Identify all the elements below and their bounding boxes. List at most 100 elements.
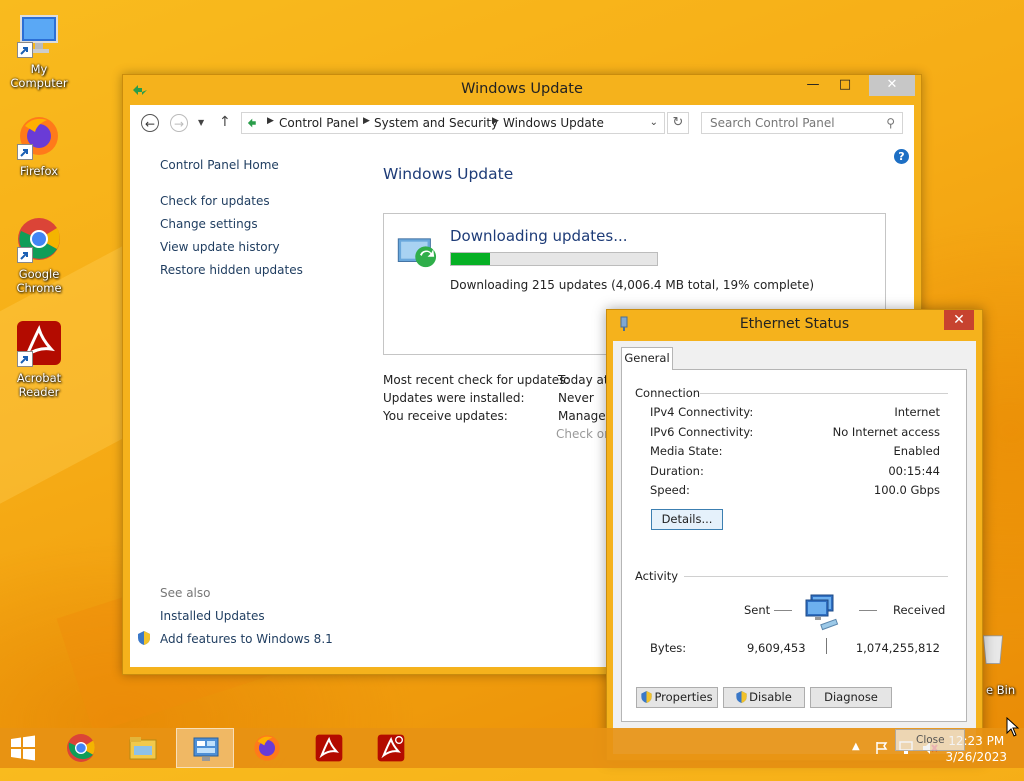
navigation-bar: ← → ▼ ↑ ▶ Control Panel ▶ System and Sec… <box>130 105 914 141</box>
recycle-bin-icon <box>982 635 1004 665</box>
breadcrumb-separator-icon: ▶ <box>267 116 274 126</box>
search-placeholder: Search Control Panel <box>710 116 835 130</box>
breadcrumb-windows-update[interactable]: Windows Update <box>503 116 604 130</box>
shortcut-arrow-icon <box>17 351 33 367</box>
help-icon[interactable]: ? <box>894 149 909 164</box>
network-computers-icon <box>805 594 839 631</box>
acrobat-icon <box>315 734 343 762</box>
add-features-link[interactable]: Add features to Windows 8.1 <box>160 632 333 646</box>
properties-label: Properties <box>654 690 713 704</box>
breadcrumb-separator-icon: ▶ <box>363 116 370 126</box>
chevron-down-icon[interactable]: ⌄ <box>650 117 658 128</box>
up-button[interactable]: ↑ <box>219 114 231 130</box>
restore-hidden-updates-link[interactable]: Restore hidden updates <box>160 263 303 277</box>
details-button[interactable]: Details... <box>651 509 723 530</box>
taskbar-file-explorer[interactable] <box>114 728 172 768</box>
download-progress-bar <box>450 252 658 266</box>
computer-icon <box>15 10 63 58</box>
taskbar-acrobat-2[interactable] <box>362 728 420 768</box>
dialog-content: General Connection IPv4 Connectivity: In… <box>613 341 976 754</box>
taskbar-control-panel[interactable] <box>176 728 234 768</box>
recent-pages-dropdown[interactable]: ▼ <box>198 118 204 127</box>
clock-date: 3/26/2023 <box>945 750 1007 764</box>
close-button[interactable]: ✕ <box>944 310 974 330</box>
windows-update-icon <box>397 238 437 268</box>
diagnose-button[interactable]: Diagnose <box>810 687 892 708</box>
desktop-icon-acrobat[interactable]: Acrobat Reader <box>2 319 76 399</box>
close-tooltip: Close <box>895 729 965 751</box>
title-bar[interactable]: Windows Update — □ ✕ <box>123 75 921 105</box>
back-button[interactable]: ← <box>141 114 159 132</box>
taskbar: ▲ 12:23 PM 3/26/2023 <box>0 728 1024 768</box>
windows-logo-icon <box>11 735 35 761</box>
forward-button[interactable]: → <box>170 114 188 132</box>
sent-label: Sent <box>744 603 771 617</box>
status-value-installed: Never <box>558 391 594 405</box>
search-icon[interactable]: ⚲ <box>886 116 895 130</box>
desktop-icon-my-computer[interactable]: My Computer <box>2 10 76 90</box>
download-info: Downloading 215 updates (4,006.4 MB tota… <box>450 278 815 292</box>
view-update-history-link[interactable]: View update history <box>160 240 280 254</box>
change-settings-link[interactable]: Change settings <box>160 217 258 231</box>
installed-updates-link[interactable]: Installed Updates <box>160 609 265 623</box>
progress-fill <box>451 253 491 265</box>
check-for-updates-link[interactable]: Check for updates <box>160 194 270 208</box>
received-line <box>859 610 877 611</box>
status-label-receive: You receive updates: <box>383 409 508 423</box>
general-panel: Connection IPv4 Connectivity: Internet I… <box>621 369 967 722</box>
breadcrumb-system-security[interactable]: System and Security <box>374 116 498 130</box>
bytes-sent-value: 9,609,453 <box>747 641 806 655</box>
ethernet-status-dialog[interactable]: Ethernet Status ✕ General Connection IPv… <box>606 309 983 761</box>
connection-group-label: Connection <box>635 386 701 400</box>
search-input[interactable]: Search Control Panel ⚲ <box>701 112 903 134</box>
duration-value: 00:15:44 <box>888 464 940 478</box>
taskbar-acrobat[interactable] <box>300 728 358 768</box>
bytes-label: Bytes: <box>650 641 687 655</box>
tab-general[interactable]: General <box>621 347 673 370</box>
status-value-recent-check: Today at <box>558 373 609 387</box>
action-center-flag-icon[interactable] <box>875 741 889 755</box>
chrome-icon <box>15 215 63 263</box>
breadcrumb-control-panel[interactable]: Control Panel <box>279 116 359 130</box>
check-online-link[interactable]: Check on <box>556 427 612 441</box>
control-panel-home-link[interactable]: Control Panel Home <box>160 158 279 172</box>
desktop-icon-label: e Bin <box>986 683 1016 697</box>
close-button[interactable]: ✕ <box>869 75 915 96</box>
desktop-icon-chrome[interactable]: Google Chrome <box>2 215 76 295</box>
download-title: Downloading updates... <box>450 227 628 245</box>
firefox-icon <box>15 112 63 160</box>
media-state-value: Enabled <box>893 444 940 458</box>
duration-label: Duration: <box>650 464 704 478</box>
shield-icon <box>138 631 150 645</box>
maximize-button[interactable]: □ <box>831 75 859 96</box>
address-bar[interactable]: ▶ Control Panel ▶ System and Security ▶ … <box>241 112 665 134</box>
desktop-icon-label: Acrobat Reader <box>16 371 62 399</box>
minimize-button[interactable]: — <box>799 75 827 96</box>
disable-label: Disable <box>749 690 792 704</box>
bytes-divider <box>826 638 827 654</box>
properties-button[interactable]: Properties <box>636 687 718 708</box>
desktop-icon-label: Google Chrome <box>16 267 62 295</box>
show-hidden-icons-button[interactable]: ▲ <box>852 741 860 781</box>
sent-line <box>774 610 792 611</box>
firefox-icon <box>254 735 280 761</box>
ipv4-value: Internet <box>894 405 940 419</box>
see-also-heading: See also <box>160 586 211 600</box>
disable-button[interactable]: Disable <box>723 687 805 708</box>
chrome-icon <box>67 734 95 762</box>
acrobat-icon <box>377 734 405 762</box>
status-label-installed: Updates were installed: <box>383 391 525 405</box>
shortcut-arrow-icon <box>17 42 33 58</box>
start-button[interactable] <box>0 728 52 768</box>
desktop-icon-label: Firefox <box>19 164 59 178</box>
ipv6-value: No Internet access <box>832 425 940 439</box>
taskbar-chrome[interactable] <box>52 728 110 768</box>
taskbar-firefox[interactable] <box>238 728 296 768</box>
control-panel-icon <box>247 118 256 128</box>
refresh-button[interactable]: ↻ <box>667 112 689 134</box>
divider <box>684 576 948 577</box>
desktop-icon-firefox[interactable]: Firefox <box>2 112 76 178</box>
control-panel-icon <box>193 737 219 761</box>
media-state-label: Media State: <box>650 444 723 458</box>
dialog-title: Ethernet Status <box>739 316 850 332</box>
